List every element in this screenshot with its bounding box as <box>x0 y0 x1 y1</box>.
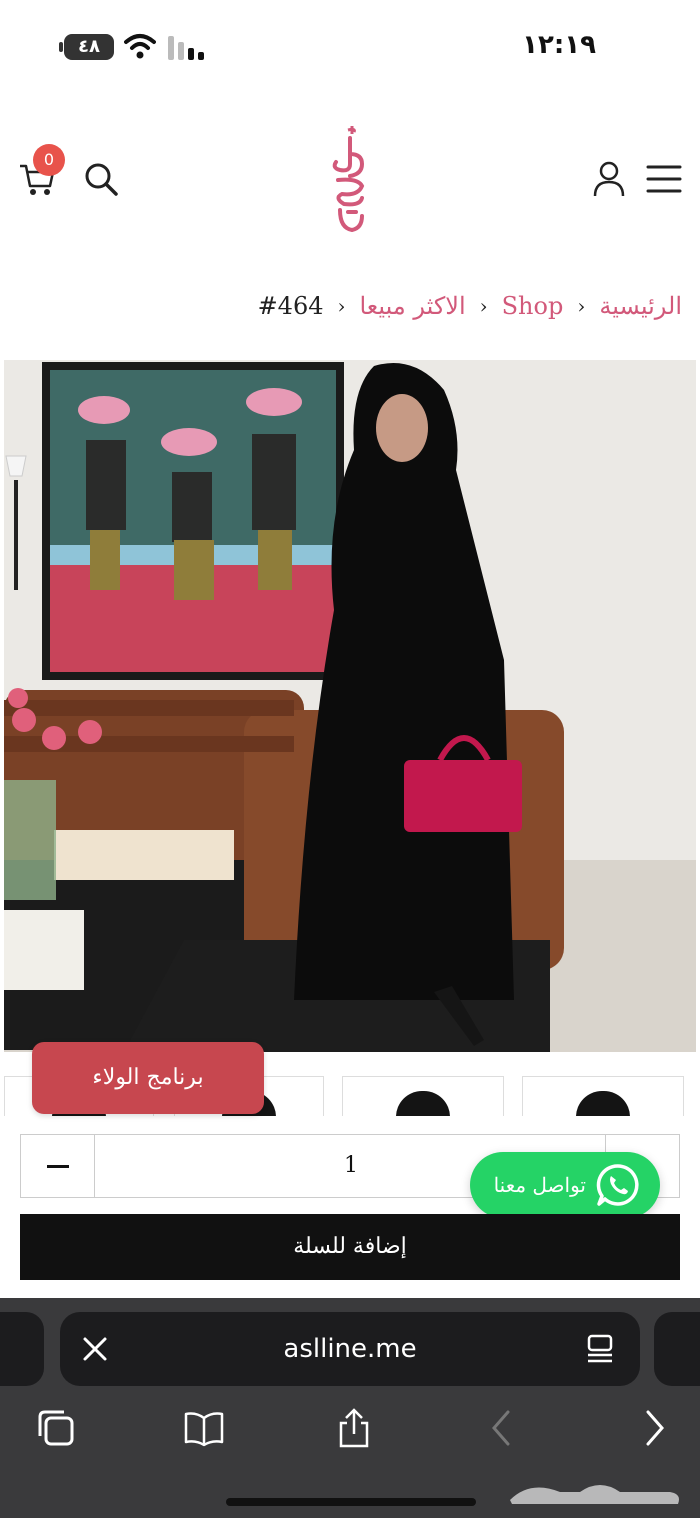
breadcrumb-current: #464 <box>257 292 324 320</box>
bookmarks-icon[interactable] <box>184 1408 224 1448</box>
previous-tab[interactable] <box>0 1312 44 1386</box>
add-to-cart-button[interactable]: إضافة للسلة <box>20 1214 680 1280</box>
share-icon[interactable] <box>334 1408 374 1448</box>
breadcrumb-category[interactable]: الاكثر مبيعا <box>359 292 465 320</box>
product-photo <box>4 360 696 1052</box>
brand-logo[interactable] <box>318 124 382 236</box>
breadcrumb-home[interactable]: الرئيسية <box>599 292 682 320</box>
breadcrumb-separator-icon: › <box>337 294 346 318</box>
signal-icon <box>168 36 204 60</box>
browser-toolbar: aslline.me <box>0 1298 700 1518</box>
status-bar: ٤٨ ١٢:١٩ <box>0 0 700 95</box>
address-bar[interactable]: aslline.me <box>60 1312 640 1386</box>
url-text: aslline.me <box>283 1334 417 1364</box>
product-thumbnail[interactable] <box>342 1076 504 1116</box>
site-header: 0 <box>0 120 700 240</box>
breadcrumb: الرئيسية › Shop › الاكثر مبيعا › #464 <box>258 288 682 324</box>
whatsapp-label: تواصل معنا <box>493 1173 586 1197</box>
status-time: ١٢:١٩ <box>522 30 596 60</box>
user-account-icon[interactable] <box>592 160 626 198</box>
breadcrumb-shop[interactable]: Shop <box>502 292 564 320</box>
search-icon[interactable] <box>84 162 118 196</box>
wifi-icon <box>124 34 156 59</box>
next-tab[interactable] <box>654 1312 700 1386</box>
loyalty-program-button[interactable]: برنامج الولاء <box>32 1042 264 1114</box>
reader-mode-icon[interactable] <box>586 1334 614 1364</box>
whatsapp-contact-button[interactable]: تواصل معنا <box>470 1152 660 1218</box>
forward-icon[interactable] <box>634 1408 674 1448</box>
hamburger-menu-icon[interactable] <box>646 164 682 194</box>
battery-indicator: ٤٨ <box>59 34 114 60</box>
cart-count-badge: 0 <box>33 144 65 176</box>
breadcrumb-separator-icon: › <box>479 294 488 318</box>
product-thumbnail[interactable] <box>522 1076 684 1116</box>
tabs-icon[interactable] <box>36 1408 76 1448</box>
product-main-image[interactable] <box>4 360 696 1052</box>
quantity-decrease-button[interactable] <box>21 1135 95 1197</box>
home-indicator <box>226 1498 476 1506</box>
back-icon[interactable] <box>482 1408 522 1448</box>
whatsapp-icon <box>596 1164 639 1206</box>
breadcrumb-separator-icon: › <box>577 294 586 318</box>
haraj-watermark-logo <box>510 1485 679 1504</box>
